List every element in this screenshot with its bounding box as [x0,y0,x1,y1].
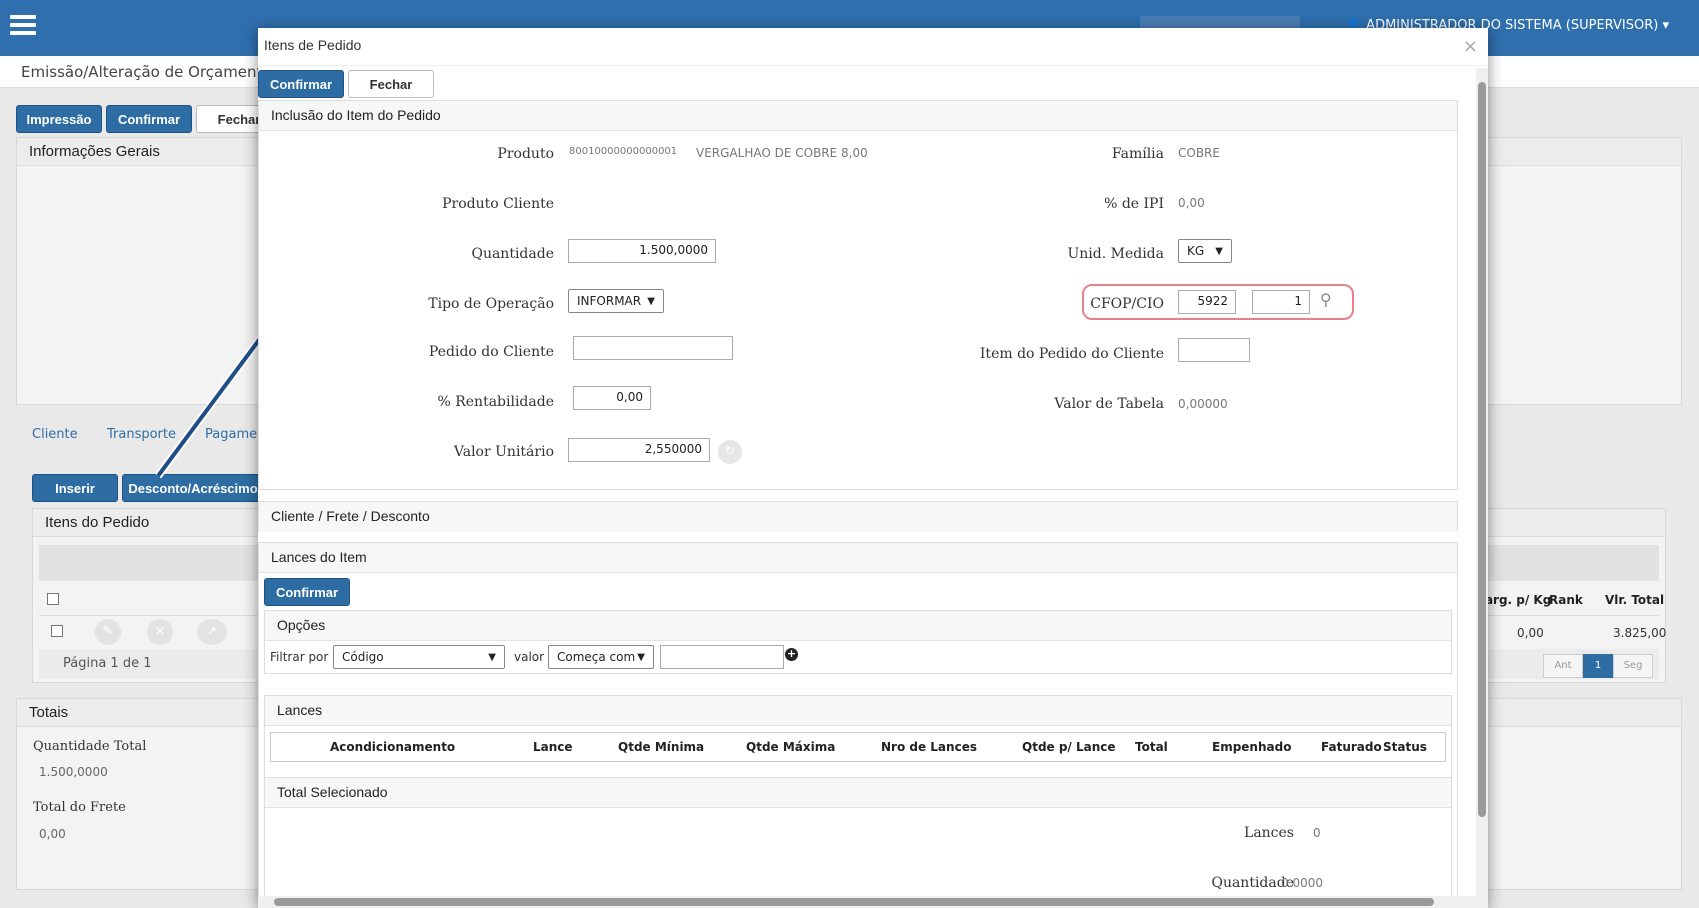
dialog-close-button[interactable]: Fechar [348,70,434,98]
valor-unitario-input[interactable]: 2,550000 [568,438,710,462]
column-header-rank: Rank [1549,593,1583,607]
col-empenhado: Empenhado [1212,740,1292,754]
rentabilidade-label: % Rentabilidade [437,394,554,410]
total-lances-value: 0 [1313,826,1321,840]
col-qtde-lance: Qtde p/ Lance [1022,740,1116,754]
section-title: Cliente / Frete / Desconto [259,502,1457,532]
produto-desc: VERGALHAO DE COBRE 8,00 [696,146,868,160]
unid-select[interactable]: KG ▼ [1178,239,1232,263]
familia-label: Família [1111,146,1164,162]
cfop-label: CFOP/CIO [1090,296,1164,312]
ipi-value: 0,00 [1178,196,1205,210]
dialog-title: Itens de Pedido [264,37,362,53]
page-1-button[interactable]: 1 [1583,654,1613,678]
search-icon[interactable]: ⚲ [1320,290,1332,309]
pedido-cliente-input[interactable] [573,336,733,360]
section-title: Total Selecionado [265,778,1451,808]
col-qtde-maxima: Qtde Máxima [746,740,836,754]
chevron-down-icon: ▼ [1215,245,1223,257]
total-lances-label: Lances [1244,825,1294,841]
total-qty-value: 1.500,0000 [39,765,108,779]
col-lance: Lance [533,740,573,754]
section-title: Opções [265,611,1451,641]
filter-select[interactable]: Código ▼ [333,645,505,669]
item-dialog: Itens de Pedido × Confirmar Fechar Inclu… [258,28,1488,908]
row-marg: 0,00 [1517,626,1544,640]
col-status: Status [1383,740,1427,754]
section-title: Lances [265,696,1451,726]
filter-value: Código [342,650,384,664]
item-pedido-cliente-input[interactable] [1178,338,1250,362]
page-title: Emissão/Alteração de Orçamentos [21,63,280,81]
confirm-button[interactable]: Confirmar [106,105,192,133]
condition-select[interactable]: Começa com ▼ [548,645,654,669]
item-pedido-cliente-label: Item do Pedido do Cliente [979,346,1164,362]
col-faturado: Faturado [1321,740,1382,754]
condition-value: Começa com [557,650,636,664]
col-acondicionamento: Acondicionamento [330,740,456,754]
insert-button[interactable]: Inserir [32,474,118,502]
unid-label: Unid. Medida [1067,246,1164,262]
col-nro-lances: Nro de Lances [881,740,977,754]
next-page-button[interactable]: Seg [1613,654,1653,678]
add-filter-icon[interactable]: + [785,648,798,661]
cliente-frete-section[interactable]: Cliente / Frete / Desconto [258,501,1458,532]
prev-page-button[interactable]: Ant [1543,654,1583,678]
refresh-icon[interactable]: ↻ [718,440,742,464]
chevron-down-icon: ▼ [637,651,645,663]
produto-code: 80010000000000001 [569,146,678,157]
chart-icon[interactable]: ↗ [197,619,227,645]
dialog-header: Itens de Pedido × [258,28,1488,66]
print-button[interactable]: Impressão [16,105,102,133]
valor-label: valor [514,650,545,664]
row-checkbox[interactable] [51,625,63,637]
menu-icon[interactable] [10,15,36,35]
vertical-scrollbar[interactable] [1476,68,1488,908]
valor-unitario-label: Valor Unitário [453,444,554,460]
col-qtde-minima: Qtde Mínima [618,740,705,754]
lances-confirm-button[interactable]: Confirmar [264,578,350,606]
chevron-down-icon: ▼ [488,651,496,663]
rentabilidade-input[interactable]: 0,00 [573,386,651,410]
total-freight-label: Total do Frete [33,800,126,815]
close-icon[interactable]: × [1463,36,1478,57]
delete-icon[interactable]: ✕ [147,619,173,645]
tab-cliente[interactable]: Cliente [32,427,78,442]
select-all-checkbox[interactable] [47,593,59,605]
valor-tabela-label: Valor de Tabela [1054,396,1164,412]
edit-icon[interactable]: ✎ [95,619,121,645]
section-title: Inclusão do Item do Pedido [259,101,1457,131]
cfop-input[interactable]: 5922 [1178,290,1236,314]
cio-input[interactable]: 1 [1252,290,1310,314]
unid-value: KG [1187,244,1205,258]
tipo-operacao-value: INFORMAR [577,294,642,308]
column-header-total: Vlr. Total [1605,593,1665,607]
familia-value: COBRE [1178,146,1220,160]
produto-label: Produto [497,146,554,162]
chevron-down-icon: ▾ [1662,18,1669,33]
quantidade-input[interactable]: 1.500,0000 [568,239,716,263]
filter-search-input[interactable] [660,645,784,669]
produto-cliente-label: Produto Cliente [442,196,554,212]
horizontal-scrollbar[interactable] [258,896,1476,908]
valor-tabela-value: 0,00000 [1178,397,1228,411]
row-total: 3.825,00 [1613,626,1667,640]
total-freight-value: 0,00 [39,827,66,841]
total-qty-label: Quantidade Total [33,739,147,754]
pagination-label: Página 1 de 1 [63,656,152,671]
tipo-operacao-select[interactable]: INFORMAR ▼ [568,289,664,313]
filter-label: Filtrar por [270,650,329,664]
chevron-down-icon: ▼ [647,295,655,307]
col-total: Total [1135,740,1168,754]
tipo-operacao-label: Tipo de Operação [428,296,554,312]
quantidade-label: Quantidade [471,246,554,262]
dialog-confirm-button[interactable]: Confirmar [258,70,344,98]
pedido-cliente-label: Pedido do Cliente [428,344,554,360]
total-qtd-value: 0.0000 [1281,876,1323,890]
section-title: Lances do Item [259,543,1457,573]
ipi-label: % de IPI [1104,196,1164,212]
